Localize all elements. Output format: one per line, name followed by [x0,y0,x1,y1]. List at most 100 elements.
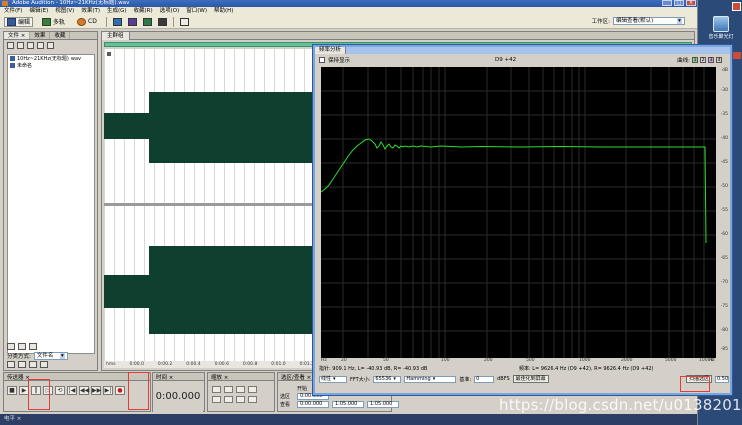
spectral-pan-icon[interactable] [142,17,152,26]
zoom-in-time-icon[interactable] [212,396,221,403]
fft-size-dropdown[interactable]: 65536 ▾ [373,375,402,383]
scale-dropdown[interactable]: 线性 ▾ [319,375,347,383]
view-end-field[interactable]: 1:05.000 [332,400,364,408]
tab-files[interactable]: 文件 × [4,32,31,39]
y-tick: -70 [720,280,728,285]
menu-view[interactable]: 视图(V) [55,7,74,15]
minimize-button[interactable]: _ [662,0,672,6]
view-start-field[interactable]: 0:00.000 [297,400,329,408]
frequency-graph-svg [320,67,716,358]
tab-frequency-analysis[interactable]: 频率分析 [315,47,347,54]
menu-help[interactable]: 帮助(H) [214,7,233,15]
tab-favorites[interactable]: 收藏 [50,32,71,39]
close-file-icon[interactable] [17,42,24,49]
tab-time[interactable]: 时间 × [156,373,173,381]
import-file-icon[interactable] [7,42,14,49]
fit-screen-button[interactable]: 最佳化到屏幕 [512,375,549,383]
menu-favorites[interactable]: 收藏(R) [134,7,153,15]
loop-icon[interactable] [18,343,26,350]
multitrack-label: 多轨 [53,19,66,26]
stop-button[interactable]: ■ [7,386,17,395]
files-panel: 文件 × 效果 收藏 10Hz~21KHz(无标题) wav 未命名 分类方式:… [3,31,98,371]
tab-main-group[interactable]: 主群组 [102,31,130,40]
tab-zoom[interactable]: 缩放 × [211,373,228,381]
workspace-dropdown[interactable]: 编辑查看(默认) ▾ [613,17,685,25]
waveform-display-icon[interactable] [112,17,122,26]
zoom-left-icon[interactable] [236,396,245,403]
x-tick: 200 [484,358,493,363]
insert-cd-icon[interactable] [37,42,44,49]
show-midi-icon[interactable] [40,361,48,368]
curve-1-toggle[interactable]: 1 [692,56,698,63]
rewind-button[interactable]: ◀◀ [79,386,89,395]
zoom-in-amplitude-icon[interactable] [212,386,221,393]
curve-4-toggle[interactable]: 4 [716,56,722,63]
cd-view-button[interactable]: CD [74,17,100,27]
loop-button[interactable]: ⟲ [55,386,65,395]
menu-effects[interactable]: 效果(T) [81,7,100,15]
show-audio-icon[interactable] [7,361,15,368]
tab-selection[interactable]: 选区/查看 × [281,373,311,381]
phase-display-icon[interactable] [157,17,167,26]
music-spotlight-icon [713,16,729,32]
curve-3-toggle[interactable]: 3 [708,56,714,63]
record-button[interactable]: ● [115,386,125,395]
spectral-display-icon[interactable] [127,17,137,26]
autoplay-icon[interactable] [7,343,15,350]
menu-generate[interactable]: 生成(G) [107,7,127,15]
view-length-field[interactable]: 1:05.000 [367,400,399,408]
panel-close-icon[interactable] [733,52,741,59]
menu-options[interactable]: 选项(O) [160,7,180,15]
tab-effects[interactable]: 效果 [30,32,51,39]
desktop-close-icon[interactable] [732,2,741,11]
curve-2-toggle[interactable]: 2 [700,56,706,63]
y-tick: -35 [720,112,728,117]
menu-file[interactable]: 文件(F) [4,7,22,15]
close-button[interactable]: × [686,0,696,6]
tab-transport[interactable]: 传送器 × [7,373,30,381]
volume-icon[interactable] [29,343,37,350]
right-channel[interactable] [104,206,316,361]
show-video-icon[interactable] [29,361,37,368]
go-to-end-button[interactable]: ▶| [103,386,113,395]
scan-value-field[interactable]: 0.50 [715,375,729,383]
sort-dropdown[interactable]: 文件名 ▾ [33,351,68,360]
time-select-icon[interactable] [179,17,189,26]
multitrack-view-button[interactable]: 多轨 [39,17,68,27]
cd-icon [77,17,87,26]
list-item[interactable]: 10Hz~21KHz(无标题) wav [8,55,94,62]
menu-window[interactable]: 窗口(W) [186,7,207,15]
y-tick: -60 [720,232,728,237]
edit-file-icon[interactable] [47,42,54,49]
title-bar: Adobe Audition - 10Hz~21KHz(无标题).wav _ □… [0,0,697,7]
time-ruler[interactable]: hms 0:00.0 0:00.2 0:00.4 0:00.6 0:00.8 0… [104,361,316,368]
y-tick: -50 [720,184,728,189]
edit-view-button[interactable]: 编辑 [4,16,34,27]
annotation-box [680,376,710,392]
show-loop-icon[interactable] [18,361,26,368]
reference-input[interactable]: 0 [474,375,495,383]
level-meter-tab[interactable]: 电平 × [4,416,21,422]
menu-edit[interactable]: 编辑(E) [29,7,48,15]
window-function-dropdown[interactable]: Hamming ▾ [404,375,457,383]
ruler-tick: 0:01.0 [271,362,286,367]
curves-label: 曲线: [677,57,690,64]
zoom-selection-icon[interactable] [248,386,257,393]
waveform-display[interactable] [104,49,316,361]
row-label: 查看 [280,401,291,408]
toolbar-divider [172,16,174,27]
desktop-shortcut[interactable]: 音乐聚光灯 [703,16,739,40]
go-to-start-button[interactable]: |◀ [67,386,77,395]
x-tick: 20 [341,358,347,363]
zoom-out-amplitude-icon[interactable] [224,386,233,393]
hold-checkbox[interactable] [319,56,325,63]
fast-forward-button[interactable]: ▶▶ [91,386,101,395]
zoom-full-icon[interactable] [236,386,245,393]
maximize-button[interactable]: □ [674,0,684,6]
zoom-out-time-icon[interactable] [224,396,233,403]
insert-multitrack-icon[interactable] [27,42,34,49]
frequency-graph[interactable] [320,67,716,358]
list-item[interactable]: 未命名 [8,62,94,69]
left-channel[interactable] [104,49,316,203]
zoom-right-icon[interactable] [248,396,257,403]
